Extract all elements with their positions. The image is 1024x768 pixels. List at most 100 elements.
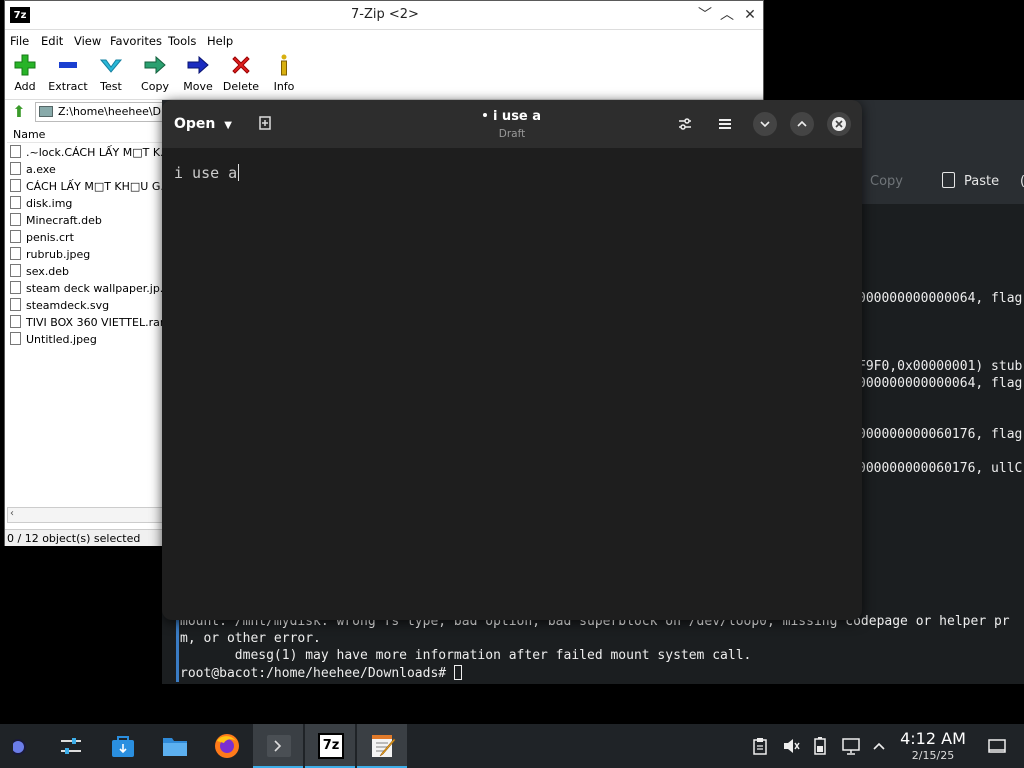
7zip-menubar: File Edit View Favorites Tools Help bbox=[5, 31, 763, 51]
file-row[interactable]: disk.img bbox=[10, 195, 164, 212]
app-launcher-button[interactable] bbox=[0, 724, 50, 768]
clipboard-icon[interactable] bbox=[752, 737, 768, 760]
7zip-taskbar-button[interactable]: 7z bbox=[305, 724, 355, 768]
folder-icon bbox=[163, 738, 187, 756]
file-icon bbox=[10, 230, 21, 243]
plus-icon bbox=[3, 53, 47, 77]
firefox-icon bbox=[215, 734, 239, 758]
more-icon[interactable]: ( bbox=[1020, 174, 1024, 189]
hamburger-menu-icon[interactable] bbox=[713, 112, 737, 136]
copy-button[interactable]: Copy bbox=[133, 53, 177, 93]
add-button[interactable]: Add bbox=[3, 53, 47, 93]
file-row[interactable]: TIVI BOX 360 VIETTEL.rar bbox=[10, 314, 164, 331]
text-editor-window: Open ▼ i use a Draft i use a bbox=[162, 100, 862, 620]
terminal-line: m, or other error. bbox=[180, 631, 321, 646]
file-row[interactable]: sex.deb bbox=[10, 263, 164, 280]
file-icon bbox=[10, 213, 21, 226]
close-button[interactable]: ✕ bbox=[740, 5, 760, 25]
open-button[interactable]: Open ▼ bbox=[174, 113, 236, 137]
file-icon bbox=[10, 162, 21, 175]
move-button[interactable]: Move bbox=[176, 53, 220, 93]
file-icon bbox=[10, 247, 21, 260]
firefox-button[interactable] bbox=[201, 724, 251, 768]
menu-edit[interactable]: Edit bbox=[41, 34, 63, 48]
file-row[interactable]: steamdeck.svg bbox=[10, 297, 164, 314]
check-arrow-icon bbox=[89, 53, 133, 77]
menu-file[interactable]: File bbox=[10, 34, 29, 48]
extract-label: Extract bbox=[48, 80, 88, 93]
file-name: CÁCH LẤY M□T KH□U G... bbox=[26, 180, 164, 193]
file-row[interactable]: penis.crt bbox=[10, 229, 164, 246]
delete-button[interactable]: Delete bbox=[219, 53, 263, 93]
text-editor-icon bbox=[372, 735, 396, 757]
menu-view[interactable]: View bbox=[74, 34, 101, 48]
folder-icon bbox=[39, 106, 53, 117]
text-editor-taskbar-button[interactable] bbox=[357, 724, 407, 768]
7zip-logo-icon: 7z bbox=[10, 7, 30, 23]
7zip-window-title: 7-Zip <2> bbox=[351, 7, 419, 22]
battery-icon[interactable] bbox=[814, 737, 826, 760]
system-settings-button[interactable] bbox=[45, 724, 95, 768]
file-icon bbox=[10, 145, 21, 158]
unsaved-dot-icon bbox=[482, 113, 487, 117]
close-button[interactable] bbox=[827, 112, 851, 136]
editor-text-area[interactable]: i use a bbox=[174, 164, 240, 182]
clock-date[interactable]: 2/15/25 bbox=[898, 749, 968, 762]
column-header-name[interactable]: Name bbox=[7, 127, 163, 143]
menu-tools[interactable]: Tools bbox=[168, 34, 196, 48]
document-title: i use a bbox=[412, 109, 612, 124]
copy-label: Copy bbox=[141, 80, 169, 93]
konsole-button[interactable] bbox=[253, 724, 303, 768]
maximize-button[interactable] bbox=[790, 112, 814, 136]
terminal-prompt[interactable]: root@bacot:/home/heehee/Downloads# bbox=[180, 665, 462, 681]
taskbar: 7z 4:12 AM 2/15/25 bbox=[0, 724, 1024, 768]
discover-store-button[interactable] bbox=[97, 724, 147, 768]
steamos-logo-icon bbox=[13, 739, 26, 755]
menu-favorites[interactable]: Favorites bbox=[110, 34, 162, 48]
horizontal-scrollbar[interactable]: ‹ bbox=[7, 507, 163, 523]
file-row[interactable]: a.exe bbox=[10, 161, 164, 178]
clock-time[interactable]: 4:12 AM bbox=[898, 729, 968, 748]
file-row[interactable]: rubrub.jpeg bbox=[10, 246, 164, 263]
file-row[interactable]: Untitled.jpeg bbox=[10, 331, 164, 348]
minimize-button[interactable] bbox=[753, 112, 777, 136]
file-name: Minecraft.deb bbox=[26, 214, 102, 227]
file-row[interactable]: .~lock.CÁCH LẤY M□T K... bbox=[10, 144, 164, 161]
file-row[interactable]: CÁCH LẤY M□T KH□U G... bbox=[10, 178, 164, 195]
move-arrow-icon bbox=[176, 53, 220, 77]
terminal-output-fragment: F9F0,0x00000001) stub bbox=[858, 359, 1023, 374]
file-name: disk.img bbox=[26, 197, 73, 210]
volume-muted-icon[interactable] bbox=[782, 737, 800, 760]
maximize-button[interactable]: ︿ bbox=[717, 5, 737, 25]
show-desktop-icon[interactable] bbox=[988, 737, 1006, 760]
paste-icon bbox=[942, 172, 955, 188]
chevron-up-icon[interactable] bbox=[872, 737, 886, 760]
extract-button[interactable]: Extract bbox=[46, 53, 90, 93]
editor-content: i use a bbox=[174, 164, 238, 182]
menu-help[interactable]: Help bbox=[207, 34, 233, 48]
tune-icon[interactable] bbox=[673, 112, 697, 136]
terminal-output-fragment: 000000000000064, flag bbox=[858, 376, 1023, 391]
path-field[interactable]: Z:\home\heehee\D bbox=[35, 102, 175, 122]
file-icon bbox=[10, 315, 21, 328]
info-button[interactable]: Info bbox=[262, 53, 306, 93]
file-row[interactable]: steam deck wallpaper.jp... bbox=[10, 280, 164, 297]
test-button[interactable]: Test bbox=[89, 53, 133, 93]
file-manager-button[interactable] bbox=[149, 724, 199, 768]
file-icon bbox=[10, 179, 21, 192]
info-label: Info bbox=[273, 80, 295, 93]
up-folder-icon[interactable]: ⬆ bbox=[9, 103, 29, 121]
7zip-titlebar[interactable]: 7z 7-Zip <2> ﹀ ︿ ✕ bbox=[5, 1, 763, 30]
network-icon[interactable] bbox=[842, 737, 860, 760]
terminal-icon bbox=[267, 735, 291, 757]
file-icon bbox=[10, 196, 21, 209]
new-document-icon[interactable] bbox=[256, 115, 274, 133]
copy-button[interactable]: Copy bbox=[870, 174, 903, 189]
paste-button[interactable]: Paste bbox=[964, 174, 999, 189]
scroll-left-arrow-icon[interactable]: ‹ bbox=[10, 508, 14, 519]
file-row[interactable]: Minecraft.deb bbox=[10, 212, 164, 229]
editor-headerbar[interactable]: Open ▼ i use a Draft bbox=[162, 100, 862, 148]
delete-label: Delete bbox=[222, 80, 260, 93]
file-name: a.exe bbox=[26, 163, 56, 176]
minimize-button[interactable]: ﹀ bbox=[695, 5, 715, 25]
